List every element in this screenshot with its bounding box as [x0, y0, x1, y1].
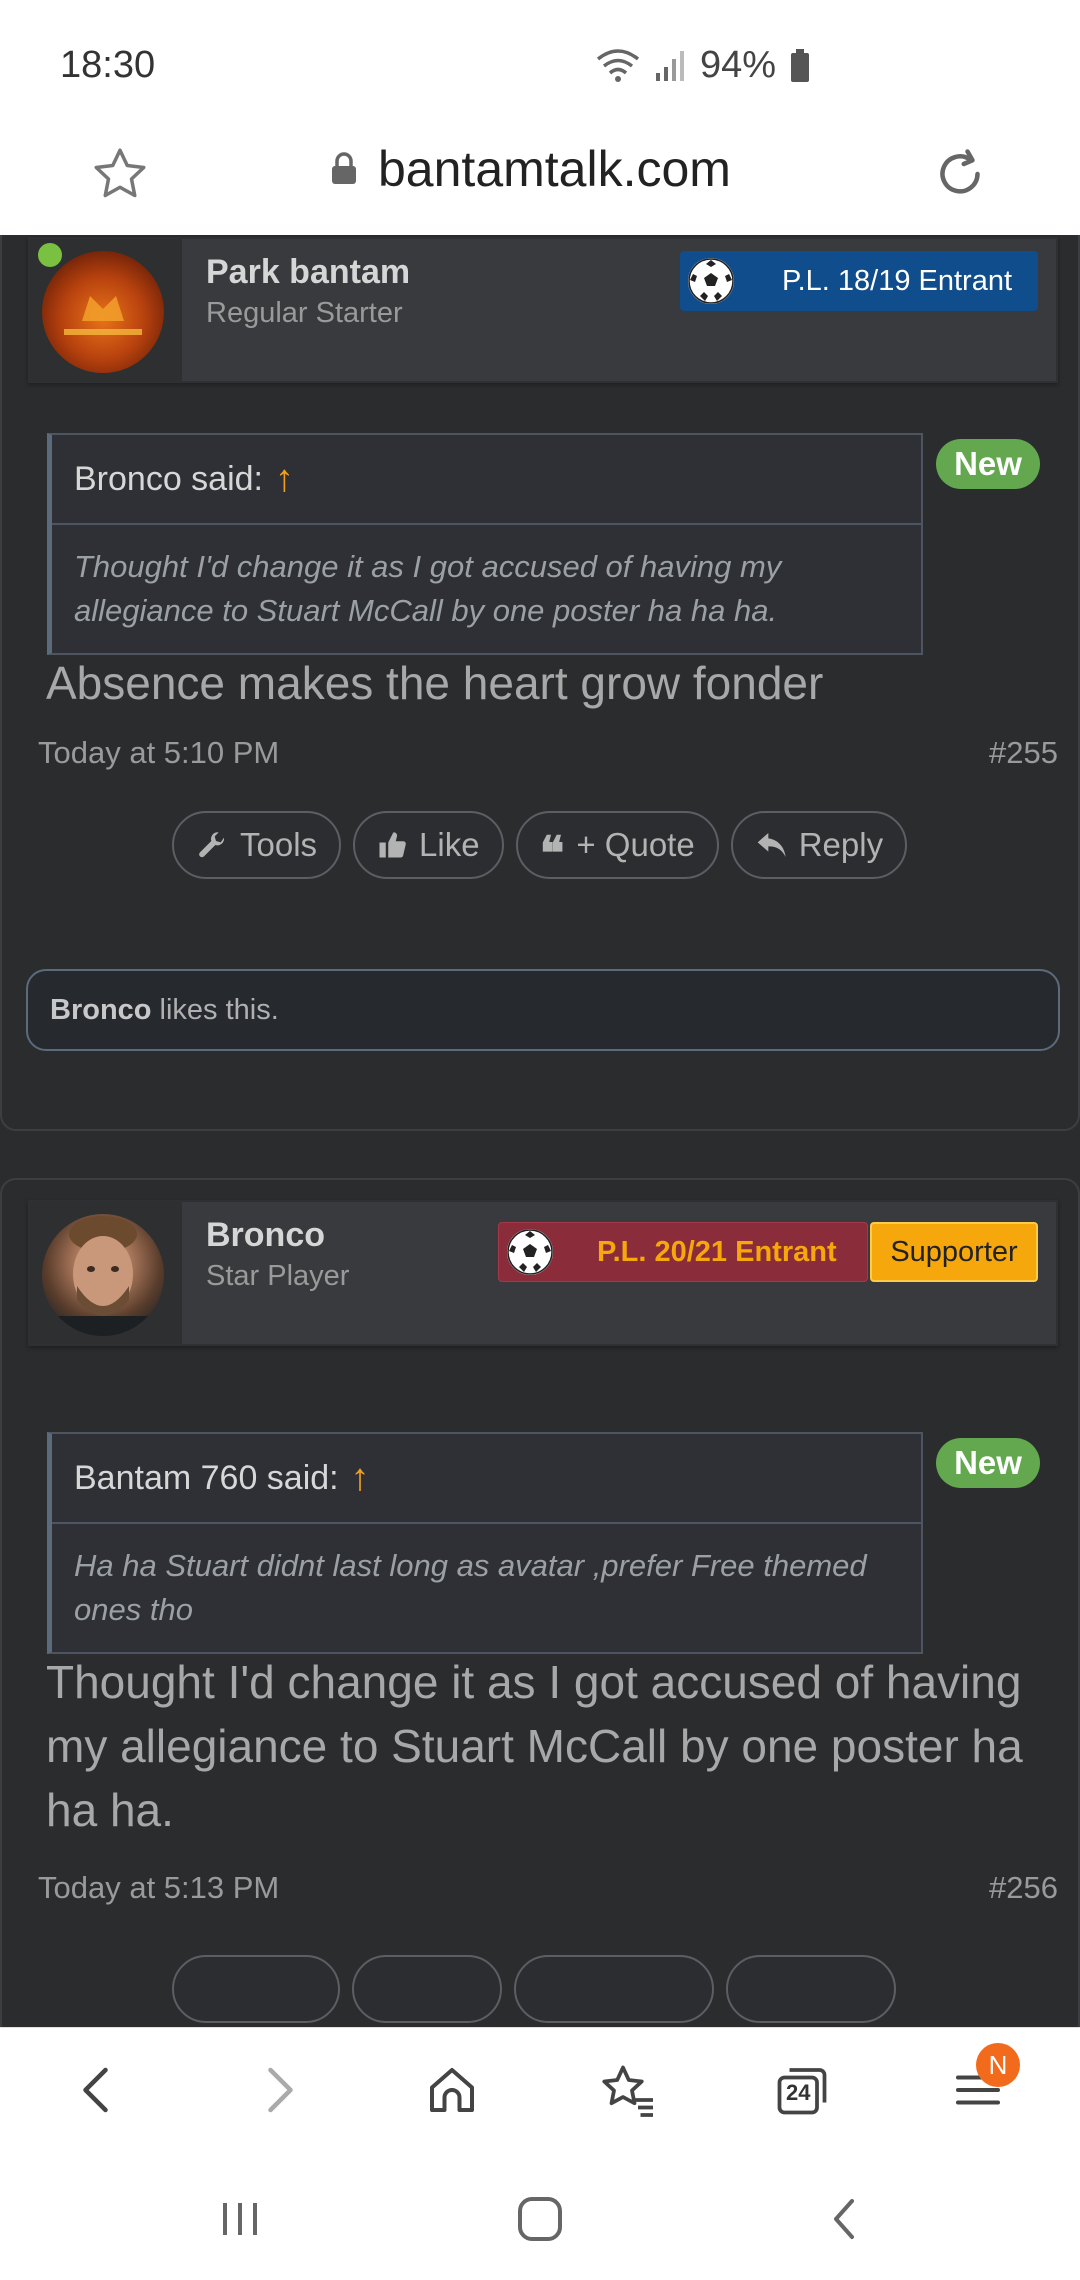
reply-button[interactable]: Reply [730, 811, 908, 879]
tools-label: Tools [240, 826, 318, 863]
quote-marks-icon: ❝ [539, 826, 565, 880]
avatar[interactable] [42, 1214, 164, 1336]
username[interactable]: Park bantam [206, 253, 410, 292]
bookmarks-icon[interactable] [598, 2060, 658, 2120]
reload-icon[interactable] [930, 144, 990, 204]
back-icon[interactable] [68, 2060, 128, 2120]
post-message: Thought I'd change it as I got accused o… [46, 1656, 1023, 1836]
wifi-icon [596, 48, 640, 82]
soccer-ball-icon [507, 1229, 553, 1275]
home-nav-icon[interactable] [510, 2189, 570, 2249]
quote-header[interactable]: Bantam 760 said: ↑ [52, 1434, 921, 1524]
tools-button[interactable] [172, 1955, 340, 2023]
supporter-banner: Supporter [870, 1222, 1038, 1282]
soccer-ball-icon [688, 258, 734, 304]
back-nav-icon[interactable] [814, 2189, 874, 2249]
new-badge: New [936, 1438, 1040, 1488]
url-text: bantamtalk.com [378, 141, 731, 197]
face-photo [42, 1216, 164, 1336]
lock-icon [332, 152, 356, 184]
club-crest-icon [64, 296, 142, 335]
banner-text: P.L. 20/21 Entrant [597, 1235, 837, 1268]
user-banner: P.L. 18/19 Entrant [680, 251, 1038, 311]
post-256: Bronco Star Player P.L. 20/21 Entrant Su… [0, 1178, 1080, 2027]
user-title: Star Player [206, 1260, 350, 1292]
quote-author: Bronco said: [74, 459, 263, 498]
username[interactable]: Bronco [206, 1216, 325, 1255]
post-message: Absence makes the heart grow fonder [46, 657, 824, 709]
like-button[interactable] [352, 1955, 502, 2023]
likes-summary: Bronco likes this. [26, 969, 1060, 1051]
battery-percent: 94% [699, 44, 776, 86]
user-banner: P.L. 20/21 Entrant [498, 1222, 868, 1282]
forward-icon[interactable] [248, 2060, 308, 2120]
supporter-text: Supporter [890, 1235, 1018, 1268]
browser-toolbar: 24 [0, 2027, 1080, 2151]
recent-apps-icon[interactable] [210, 2189, 270, 2249]
avatar-container [30, 239, 182, 381]
user-title: Regular Starter [206, 297, 403, 329]
post-number[interactable]: #256 [989, 1870, 1058, 1906]
post-actions-partial [172, 1955, 896, 2023]
new-badge: New [936, 439, 1040, 489]
system-nav-bar [0, 2151, 1080, 2280]
liker-name[interactable]: Bronco [50, 994, 152, 1027]
reply-button[interactable] [726, 1955, 896, 2023]
quote-author: Bantam 760 said: [74, 1458, 339, 1497]
thread-content: Park bantam Regular Starter P.L. 18/19 E… [0, 235, 1080, 2027]
tools-button[interactable]: Tools [172, 811, 342, 879]
post-actions: Tools Like ❝ + Quote Reply [172, 811, 908, 880]
user-bar: Bronco Star Player P.L. 20/21 Entrant Su… [28, 1200, 1058, 1346]
banner-text: P.L. 18/19 Entrant [782, 264, 1013, 297]
status-icons: 94% [596, 44, 810, 87]
signal-icon [655, 50, 684, 81]
avatar[interactable] [42, 251, 164, 373]
post-meta: Today at 5:10 PM #255 [38, 735, 1058, 771]
status-bar: 18:30 94% [0, 0, 1080, 130]
bookmark-star-icon[interactable] [90, 144, 150, 204]
likes-text: likes this. [159, 993, 279, 1026]
quote-text: Thought I'd change it as I got accused o… [74, 549, 782, 628]
post-meta: Today at 5:13 PM #256 [38, 1870, 1058, 1906]
avatar-container [30, 1202, 182, 1344]
battery-icon [791, 48, 809, 82]
wrench-icon [199, 832, 225, 858]
quote-header[interactable]: Bronco said: ↑ [52, 435, 921, 525]
post-time[interactable]: Today at 5:13 PM [38, 1870, 279, 1906]
thumbs-up-icon [379, 832, 406, 858]
quote-text: Ha ha Stuart didnt last long as avatar ,… [74, 1548, 867, 1627]
user-bar: Park bantam Regular Starter P.L. 18/19 E… [28, 237, 1058, 383]
post-255: Park bantam Regular Starter P.L. 18/19 E… [0, 235, 1080, 1131]
quote-button[interactable] [514, 1955, 714, 2023]
arrow-up-icon[interactable]: ↑ [275, 458, 294, 501]
quote-label: + Quote [576, 826, 695, 863]
like-label: Like [419, 826, 480, 863]
quote-block: Bronco said: ↑ Thought I'd change it as … [47, 433, 923, 655]
tab-count: 24 [786, 2080, 811, 2105]
online-indicator [38, 243, 62, 267]
status-time: 18:30 [60, 44, 156, 86]
post-time[interactable]: Today at 5:10 PM [38, 735, 279, 771]
url-field[interactable]: bantamtalk.com [330, 140, 731, 198]
home-icon[interactable] [422, 2060, 482, 2120]
like-button[interactable]: Like [353, 811, 504, 879]
notification-badge: N [976, 2043, 1020, 2087]
reply-label: Reply [798, 826, 884, 863]
browser-url-bar: bantamtalk.com [0, 130, 1080, 235]
reply-icon [757, 833, 786, 857]
quote-block: Bantam 760 said: ↑ Ha ha Stuart didnt la… [47, 1432, 923, 1654]
quote-button[interactable]: ❝ + Quote [515, 811, 719, 880]
arrow-up-icon[interactable]: ↑ [351, 1457, 370, 1500]
post-number[interactable]: #255 [989, 735, 1058, 771]
